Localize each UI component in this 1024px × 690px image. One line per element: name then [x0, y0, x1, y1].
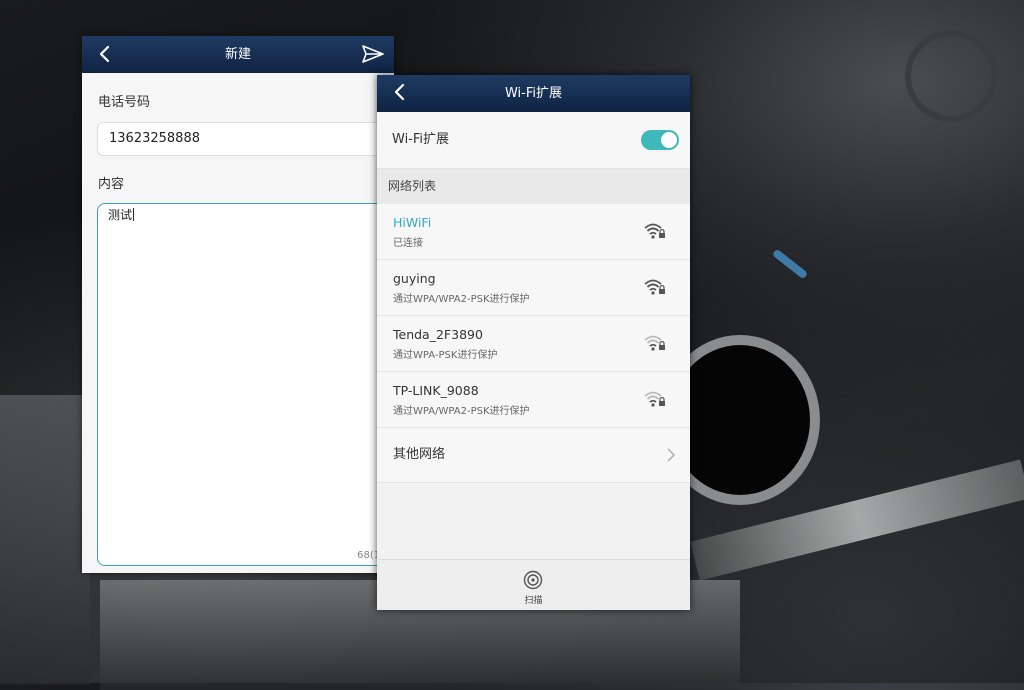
background-knob	[905, 30, 997, 122]
scan-label[interactable]: 扫描	[377, 593, 690, 606]
other-networks-row[interactable]: 其他网络	[377, 428, 690, 483]
chevron-right-icon	[667, 448, 675, 462]
sms-compose-panel: 新建 电话号码 13623258888 内容 测试 68(1)	[82, 36, 397, 573]
text-caret	[133, 208, 135, 221]
content-text: 测试	[108, 208, 133, 222]
wifi-title-bar: Wi-Fi扩展	[377, 75, 690, 112]
content-label: 内容	[98, 177, 125, 192]
network-name: HiWiFi	[393, 215, 432, 230]
content-text-wrap: 测试	[108, 206, 135, 223]
send-icon[interactable]	[362, 44, 384, 64]
network-item[interactable]: guying 通过WPA/WPA2-PSK进行保护	[377, 260, 690, 316]
network-status: 已连接	[393, 238, 423, 249]
network-name: Tenda_2F3890	[393, 327, 483, 342]
wifi-panel: Wi-Fi扩展 Wi-Fi扩展 网络列表 HiWiFi 已连接 guying 通…	[377, 75, 690, 610]
sms-title: 新建	[224, 47, 251, 62]
other-networks-label: 其他网络	[393, 447, 446, 462]
network-item[interactable]: TP-LINK_9088 通过WPA/WPA2-PSK进行保护	[377, 372, 690, 428]
wifi-lock-icon	[644, 279, 665, 295]
wifi-toggle-switch[interactable]	[641, 130, 679, 150]
background-led	[771, 248, 809, 280]
wifi-toggle-label: Wi-Fi扩展	[392, 132, 450, 147]
network-status: 通过WPA/WPA2-PSK进行保护	[393, 294, 530, 305]
network-status: 通过WPA/WPA2-PSK进行保护	[393, 406, 530, 417]
phone-number-field[interactable]: 13623258888	[97, 122, 397, 156]
wifi-lock-icon	[644, 223, 665, 239]
wifi-lock-icon	[644, 335, 665, 351]
network-name: guying	[393, 271, 436, 286]
network-list-title: 网络列表	[388, 179, 437, 193]
bottom-action-bar: 扫描	[377, 559, 690, 610]
wifi-toggle-row: Wi-Fi扩展	[377, 112, 690, 169]
wifi-lock-icon	[644, 391, 665, 407]
network-item[interactable]: Tenda_2F3890 通过WPA-PSK进行保护	[377, 316, 690, 372]
network-list: HiWiFi 已连接 guying 通过WPA/WPA2-PSK进行保护 Ten…	[377, 204, 690, 428]
network-list-header: 网络列表	[377, 169, 690, 204]
sms-title-bar: 新建	[82, 36, 394, 73]
scan-icon[interactable]	[523, 570, 543, 590]
phone-label: 电话号码	[98, 95, 151, 110]
toggle-knob	[661, 132, 677, 148]
network-item[interactable]: HiWiFi 已连接	[377, 204, 690, 260]
background-console	[0, 395, 90, 685]
network-name: TP-LINK_9088	[393, 383, 479, 398]
content-textarea[interactable]: 测试 68(1)	[97, 203, 397, 566]
network-status: 通过WPA-PSK进行保护	[393, 350, 498, 361]
wifi-title: Wi-Fi扩展	[504, 86, 562, 101]
